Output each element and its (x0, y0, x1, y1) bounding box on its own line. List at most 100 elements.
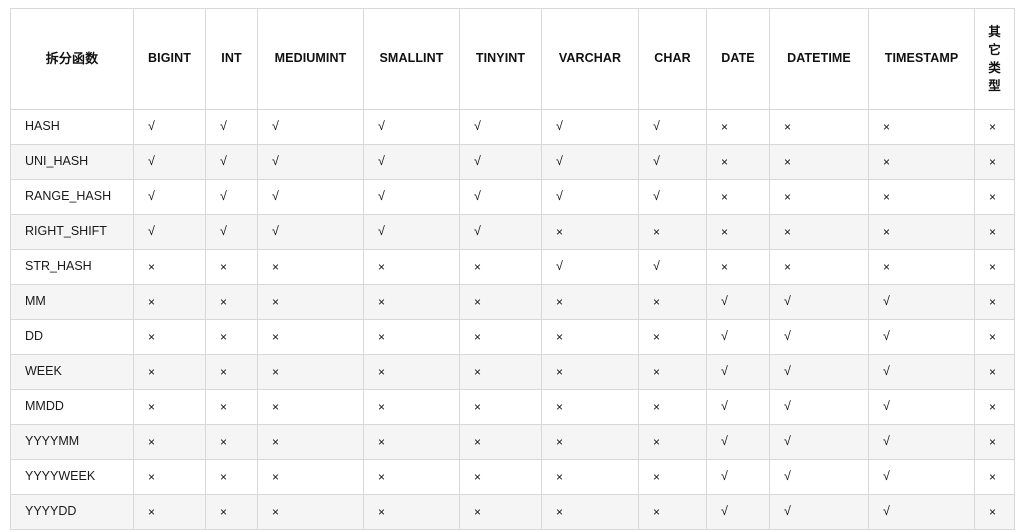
cell-unsupported: × (205, 494, 258, 530)
column-header-mediumint: MEDIUMINT (257, 8, 364, 110)
cell-unsupported: × (205, 424, 258, 460)
cell-unsupported: × (257, 354, 364, 390)
cell-supported: √ (638, 179, 707, 215)
cell-unsupported: × (769, 214, 869, 250)
cell-unsupported: × (459, 459, 542, 495)
cell-unsupported: × (974, 424, 1015, 460)
cell-unsupported: × (541, 459, 639, 495)
cell-supported: √ (868, 354, 975, 390)
cell-supported: √ (638, 249, 707, 285)
cell-supported: √ (257, 214, 364, 250)
row-header-function-name: HASH (10, 109, 134, 145)
cell-unsupported: × (868, 109, 975, 145)
cell-supported: √ (363, 109, 460, 145)
cell-unsupported: × (205, 249, 258, 285)
cell-unsupported: × (868, 144, 975, 180)
cell-unsupported: × (363, 319, 460, 355)
cell-unsupported: × (769, 144, 869, 180)
column-header-int: INT (205, 8, 258, 110)
cell-unsupported: × (541, 354, 639, 390)
cell-unsupported: × (133, 494, 206, 530)
cell-supported: √ (868, 494, 975, 530)
cell-unsupported: × (133, 319, 206, 355)
table-row: MM × × × × × × × √ √ √ × (10, 284, 1015, 320)
cell-unsupported: × (205, 354, 258, 390)
cell-supported: √ (769, 389, 869, 425)
cell-supported: √ (459, 179, 542, 215)
cell-unsupported: × (257, 494, 364, 530)
row-header-function-name: WEEK (10, 354, 134, 390)
cell-unsupported: × (363, 354, 460, 390)
cell-unsupported: × (459, 354, 542, 390)
column-header-other-types-label: 其它类型 (988, 24, 1001, 94)
cell-unsupported: × (459, 284, 542, 320)
cell-unsupported: × (638, 389, 707, 425)
column-header-timestamp: TIMESTAMP (868, 8, 975, 110)
cell-unsupported: × (363, 284, 460, 320)
cell-supported: √ (706, 389, 770, 425)
cell-unsupported: × (974, 354, 1015, 390)
cell-unsupported: × (974, 459, 1015, 495)
cell-unsupported: × (638, 494, 707, 530)
column-header-split-function: 拆分函数 (10, 8, 134, 110)
cell-supported: √ (769, 354, 869, 390)
table-row: WEEK × × × × × × × √ √ √ × (10, 354, 1015, 390)
column-header-date: DATE (706, 8, 770, 110)
cell-supported: √ (205, 214, 258, 250)
cell-supported: √ (541, 144, 639, 180)
cell-supported: √ (459, 109, 542, 145)
cell-supported: √ (363, 214, 460, 250)
cell-unsupported: × (974, 144, 1015, 180)
row-header-function-name: MMDD (10, 389, 134, 425)
cell-unsupported: × (541, 319, 639, 355)
cell-unsupported: × (257, 424, 364, 460)
table-row: STR_HASH × × × × × √ √ × × × × (10, 249, 1015, 285)
cell-unsupported: × (541, 389, 639, 425)
cell-unsupported: × (706, 179, 770, 215)
cell-unsupported: × (974, 109, 1015, 145)
cell-supported: √ (868, 459, 975, 495)
column-header-other-types: 其它类型 (974, 8, 1015, 110)
cell-supported: √ (205, 109, 258, 145)
column-header-smallint: SMALLINT (363, 8, 460, 110)
table-row: YYYYWEEK × × × × × × × √ √ √ × (10, 459, 1015, 495)
column-header-char: CHAR (638, 8, 707, 110)
cell-unsupported: × (205, 459, 258, 495)
cell-supported: √ (706, 284, 770, 320)
table-row: RIGHT_SHIFT √ √ √ √ √ × × × × × × (10, 214, 1015, 250)
cell-unsupported: × (706, 214, 770, 250)
cell-supported: √ (205, 144, 258, 180)
cell-unsupported: × (638, 459, 707, 495)
table-row: MMDD × × × × × × × √ √ √ × (10, 389, 1015, 425)
cell-unsupported: × (868, 249, 975, 285)
table-header: 拆分函数 BIGINT INT MEDIUMINT SMALLINT TINYI… (10, 8, 1015, 110)
cell-supported: √ (769, 424, 869, 460)
table-row: DD × × × × × × × √ √ √ × (10, 319, 1015, 355)
cell-supported: √ (769, 459, 869, 495)
cell-unsupported: × (257, 389, 364, 425)
cell-supported: √ (706, 319, 770, 355)
cell-supported: √ (706, 494, 770, 530)
cell-supported: √ (459, 144, 542, 180)
row-header-function-name: RANGE_HASH (10, 179, 134, 215)
cell-supported: √ (257, 144, 364, 180)
cell-unsupported: × (257, 284, 364, 320)
column-header-bigint: BIGINT (133, 8, 206, 110)
cell-unsupported: × (205, 319, 258, 355)
cell-supported: √ (363, 179, 460, 215)
cell-unsupported: × (133, 284, 206, 320)
cell-unsupported: × (459, 424, 542, 460)
cell-unsupported: × (868, 179, 975, 215)
row-header-function-name: RIGHT_SHIFT (10, 214, 134, 250)
cell-supported: √ (133, 144, 206, 180)
cell-unsupported: × (541, 214, 639, 250)
cell-supported: √ (868, 319, 975, 355)
table-header-row: 拆分函数 BIGINT INT MEDIUMINT SMALLINT TINYI… (10, 8, 1015, 110)
cell-supported: √ (868, 284, 975, 320)
cell-unsupported: × (459, 319, 542, 355)
cell-supported: √ (769, 319, 869, 355)
table-row: YYYYMM × × × × × × × √ √ √ × (10, 424, 1015, 460)
cell-unsupported: × (638, 284, 707, 320)
cell-unsupported: × (974, 214, 1015, 250)
cell-unsupported: × (638, 424, 707, 460)
